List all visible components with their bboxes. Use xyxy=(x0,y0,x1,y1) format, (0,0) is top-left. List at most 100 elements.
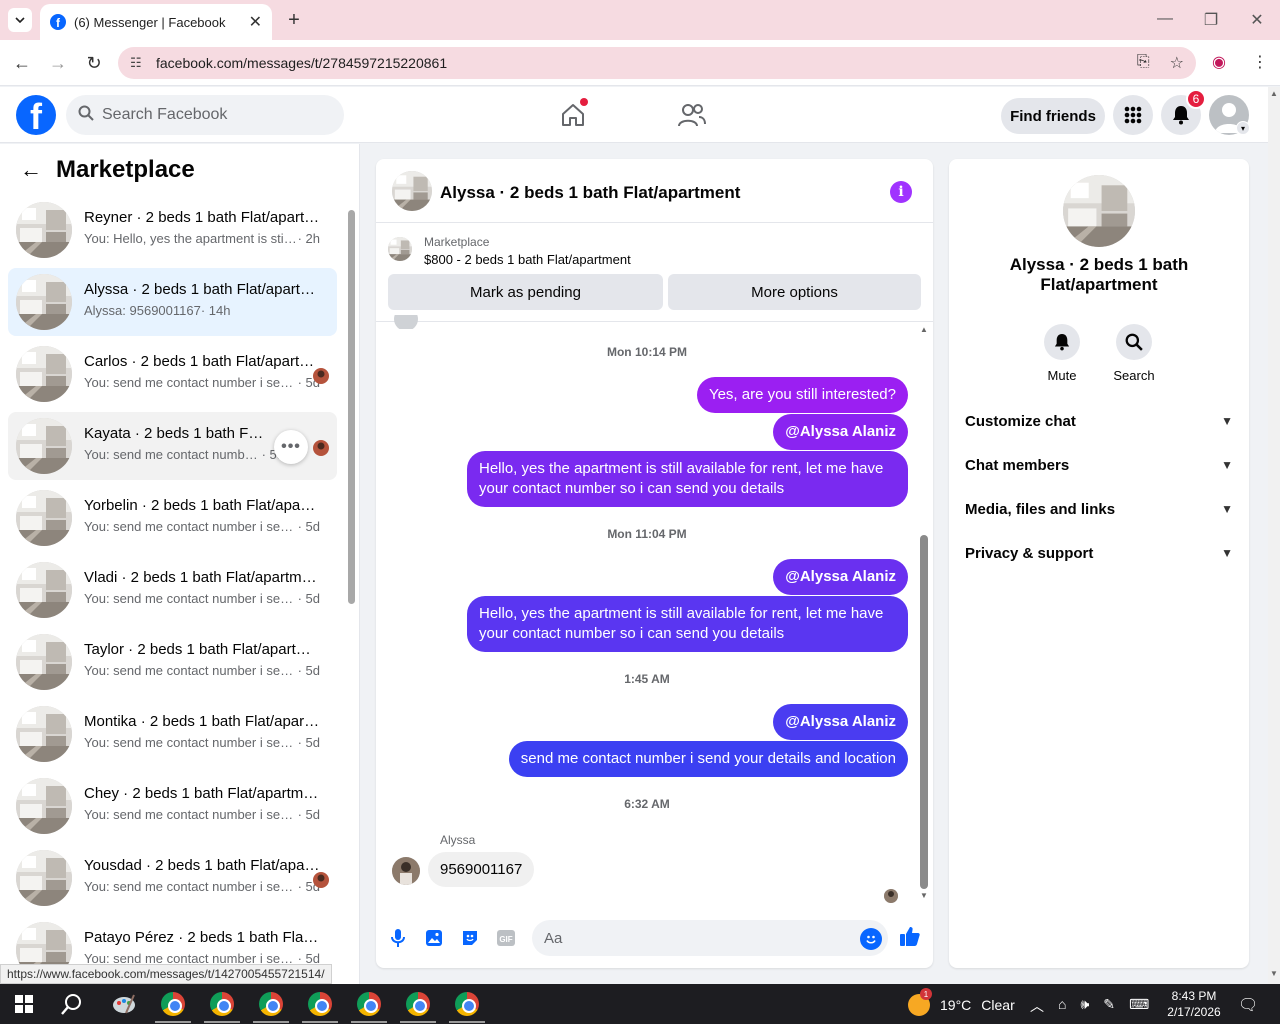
timestamp: 1:45 AM xyxy=(624,672,670,686)
scroll-down-icon[interactable]: ▼ xyxy=(920,891,928,900)
pen-icon[interactable]: ✎ xyxy=(1103,996,1115,1016)
address-bar[interactable]: ☷ facebook.com/messages/t/27845972152208… xyxy=(118,47,1196,79)
conversation-item[interactable]: Vladi · 2 beds 1 bath Flat/apartment You:… xyxy=(8,556,337,624)
start-windows-icon[interactable] xyxy=(10,990,38,1018)
customize-chat-row[interactable]: Customize chat ▼ xyxy=(965,409,1233,433)
conversation-item[interactable]: Kayata · 2 beds 1 bath Flat/apartment You… xyxy=(8,412,337,480)
conversation-item[interactable]: Alyssa · 2 beds 1 bath Flat/apartment Aly… xyxy=(8,268,337,336)
mute-action[interactable]: Mute xyxy=(1032,324,1092,383)
friends-icon[interactable] xyxy=(678,101,706,129)
section-label: Chat members xyxy=(965,456,1070,474)
marketplace-label: Marketplace xyxy=(424,235,490,249)
thumbs-up-icon[interactable] xyxy=(899,925,921,947)
menu-grid-button[interactable] xyxy=(1113,95,1153,135)
privacy-support-row[interactable]: Privacy & support ▼ xyxy=(965,541,1233,565)
back-arrow-icon[interactable]: ← xyxy=(20,157,42,183)
conversation-name: Patayo Pérez · 2 beds 1 bath Flat/apartm… xyxy=(84,929,320,946)
conversation-item[interactable]: Yorbelin · 2 beds 1 bath Flat/apartment Y… xyxy=(8,484,337,552)
sent-message[interactable]: Hello, yes the apartment is still availa… xyxy=(467,596,908,652)
conversation-item[interactable]: Carlos · 2 beds 1 bath Flat/apartment You… xyxy=(8,340,337,408)
weather-widget[interactable]: 1 19°C Clear xyxy=(908,988,1015,1016)
gif-icon[interactable]: GIF xyxy=(495,927,517,949)
info-icon[interactable]: i xyxy=(890,181,912,203)
volume-icon[interactable]: 🕪 xyxy=(1080,996,1089,1016)
browser-menu-icon[interactable]: ⋮ xyxy=(1252,52,1268,72)
snippet-text: You: send me contact number i send your … xyxy=(84,519,298,534)
browser-tab[interactable]: f (6) Messenger | Facebook ✕ xyxy=(40,4,272,40)
keyboard-icon[interactable]: ⌨ xyxy=(1129,996,1149,1016)
back-button[interactable]: ← xyxy=(9,50,35,76)
conversation-thumbnail xyxy=(16,346,72,402)
conversation-item[interactable]: Yousdad · 2 beds 1 bath Flat/apartment Yo… xyxy=(8,844,337,912)
media-files-links-row[interactable]: Media, files and links ▼ xyxy=(965,497,1233,521)
forward-button[interactable]: → xyxy=(45,50,71,76)
sent-message[interactable]: Yes, are you still interested? xyxy=(696,377,908,413)
restore-icon[interactable]: ❐ xyxy=(1196,10,1226,30)
photo-icon[interactable] xyxy=(423,927,445,949)
profile-icon[interactable]: ◉ xyxy=(1212,52,1226,72)
chat-title[interactable]: Alyssa · 2 beds 1 bath Flat/apartment xyxy=(440,183,740,203)
chrome-icon[interactable] xyxy=(355,990,383,1018)
info-avatar[interactable] xyxy=(1063,175,1135,247)
mention-message[interactable]: @Alyssa Alaniz xyxy=(773,559,908,595)
microphone-icon[interactable] xyxy=(387,927,409,949)
more-options-icon[interactable]: ••• xyxy=(274,430,308,464)
sidebar-scrollbar-thumb[interactable] xyxy=(348,210,355,604)
search-action[interactable]: Search xyxy=(1104,324,1164,383)
close-window-icon[interactable]: ✕ xyxy=(1242,10,1272,30)
chrome-icon[interactable] xyxy=(159,990,187,1018)
new-tab-button[interactable]: + xyxy=(282,8,306,32)
facebook-logo[interactable]: f xyxy=(16,95,56,135)
account-caret-icon[interactable]: ▾ xyxy=(1236,121,1250,135)
facebook-search[interactable]: Search Facebook xyxy=(66,95,344,135)
chat-avatar[interactable] xyxy=(392,171,432,211)
reload-button[interactable]: ↻ xyxy=(81,50,107,76)
listing-thumbnail[interactable] xyxy=(388,237,412,261)
chat-members-row[interactable]: Chat members ▼ xyxy=(965,453,1233,477)
conversation-item[interactable]: Montika · 2 beds 1 bath Flat/apartment Yo… xyxy=(8,700,337,768)
minimize-icon[interactable]: — xyxy=(1150,10,1180,28)
scroll-up-icon[interactable]: ▲ xyxy=(1270,89,1278,98)
close-tab-icon[interactable]: ✕ xyxy=(249,12,262,32)
sender-avatar[interactable] xyxy=(392,857,420,885)
chrome-icon[interactable] xyxy=(404,990,432,1018)
chrome-icon[interactable] xyxy=(257,990,285,1018)
install-app-icon[interactable]: ⎘ xyxy=(1137,53,1150,73)
scroll-up-icon[interactable]: ▲ xyxy=(920,325,928,334)
more-options-button[interactable]: More options xyxy=(668,274,921,310)
received-message[interactable]: 9569001167 xyxy=(428,852,535,887)
page-scrollbar[interactable]: ▲ ▼ xyxy=(1268,87,1280,984)
message-thread[interactable]: Mon 10:14 PM Yes, are you still interest… xyxy=(376,315,933,903)
emoji-icon[interactable] xyxy=(860,928,882,950)
find-friends-button[interactable]: Find friends xyxy=(1001,98,1105,134)
mark-as-pending-button[interactable]: Mark as pending xyxy=(388,274,663,310)
mention-message[interactable]: @Alyssa Alaniz xyxy=(773,414,908,450)
snippet-text: You: Hello, yes the apartment is still a… xyxy=(84,231,298,246)
message-input[interactable] xyxy=(532,920,888,956)
bookmark-star-icon[interactable]: ☆ xyxy=(1170,53,1184,73)
mention-message[interactable]: @Alyssa Alaniz xyxy=(773,704,908,740)
taskbar-clock[interactable]: 8:43 PM 2/17/2026 xyxy=(1162,988,1226,1020)
show-hidden-icons-chevron-icon[interactable]: ︿ xyxy=(1030,996,1044,1016)
action-center-icon[interactable]: 🗨 xyxy=(1238,995,1258,1015)
sticker-icon[interactable] xyxy=(459,927,481,949)
sent-message[interactable]: send me contact number i send your detai… xyxy=(508,741,908,777)
chrome-icon[interactable] xyxy=(453,990,481,1018)
paint-app-icon[interactable] xyxy=(110,990,138,1018)
chat-scrollbar-thumb[interactable] xyxy=(920,535,928,889)
site-info-icon[interactable]: ☷ xyxy=(130,55,148,71)
conversation-thumbnail xyxy=(16,850,72,906)
chrome-icon[interactable] xyxy=(208,990,236,1018)
scroll-down-icon[interactable]: ▼ xyxy=(1270,969,1278,978)
conversation-item[interactable]: Taylor · 2 beds 1 bath Flat/apartment You… xyxy=(8,628,337,696)
chrome-icon[interactable] xyxy=(306,990,334,1018)
sidebar-scrollbar[interactable] xyxy=(347,196,355,976)
conversation-item[interactable]: Chey · 2 beds 1 bath Flat/apartment You: … xyxy=(8,772,337,840)
tab-search-button[interactable] xyxy=(8,8,32,32)
meet-now-icon[interactable]: ⌂ xyxy=(1058,996,1066,1016)
taskbar-search-icon[interactable] xyxy=(58,990,86,1018)
chat-scrollbar[interactable]: ▲ ▼ xyxy=(918,325,930,903)
listing-title[interactable]: $800 - 2 beds 1 bath Flat/apartment xyxy=(424,252,631,267)
sent-message[interactable]: Hello, yes the apartment is still availa… xyxy=(467,451,908,507)
conversation-item[interactable]: Reyner · 2 beds 1 bath Flat/apartment You… xyxy=(8,196,337,264)
